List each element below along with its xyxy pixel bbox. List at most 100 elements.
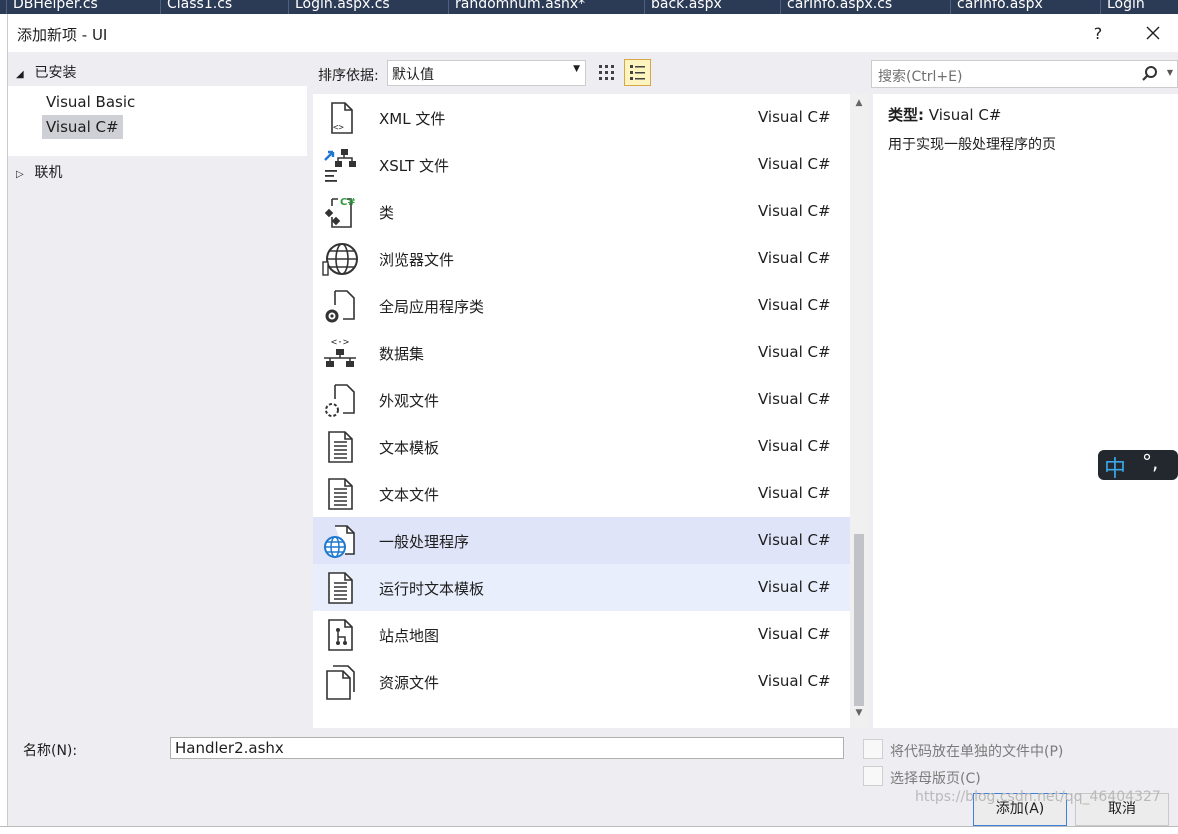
- template-row[interactable]: <·> 数据集 Visual C#: [313, 329, 850, 376]
- grid-view-button[interactable]: [596, 62, 618, 84]
- ime-punctuation-indicator[interactable]: °,: [1142, 450, 1158, 474]
- svg-text:<·>: <·>: [331, 337, 349, 348]
- tree-node-label: 联机: [34, 165, 63, 181]
- ide-tab[interactable]: Login: [1100, 0, 1145, 14]
- template-row[interactable]: 浏览器文件 Visual C#: [313, 235, 850, 282]
- scroll-up-icon[interactable]: ▲: [853, 98, 865, 110]
- list-scrollbar[interactable]: ▲ ▼: [850, 94, 868, 728]
- template-row-selected[interactable]: 一般处理程序 Visual C#: [313, 517, 850, 564]
- ide-tab[interactable]: randomnum.ashx*: [448, 0, 585, 14]
- tree-node-label: 已安装: [34, 65, 77, 81]
- tree-node-online[interactable]: ▷ 联机: [16, 162, 62, 182]
- template-name: XSLT 文件: [379, 157, 450, 175]
- runtime-text-template-icon: [328, 572, 353, 604]
- ide-tab-strip: DBHelper.cs Class1.cs Login.aspx.cs rand…: [0, 0, 1178, 14]
- template-row[interactable]: 外观文件 Visual C#: [313, 376, 850, 423]
- xslt-file-icon: [324, 149, 356, 182]
- template-name: 浏览器文件: [379, 251, 455, 269]
- template-name: 外观文件: [379, 392, 440, 410]
- help-button[interactable]: ?: [1086, 22, 1110, 46]
- template-row[interactable]: C# 类 Visual C#: [313, 188, 850, 235]
- close-icon: [1146, 26, 1160, 40]
- sort-label: 排序依据:: [318, 68, 379, 84]
- close-button[interactable]: [1138, 20, 1168, 46]
- ide-tab[interactable]: Class1.cs: [160, 0, 232, 14]
- watermark-text: https://blog.csdn.net/qq_46404327: [915, 789, 1161, 805]
- master-page-checkbox[interactable]: [863, 766, 883, 786]
- template-language: Visual C#: [758, 155, 831, 173]
- ide-tab[interactable]: Login.aspx.cs: [288, 0, 390, 14]
- scroll-down-icon[interactable]: ▼: [853, 708, 865, 720]
- text-template-icon: [328, 431, 353, 463]
- dialog-title: 添加新项 - UI: [17, 26, 108, 44]
- template-language: Visual C#: [758, 390, 831, 408]
- template-row[interactable]: 全局应用程序类 Visual C#: [313, 282, 850, 329]
- name-label: 名称(N):: [23, 743, 78, 759]
- ide-tab[interactable]: back.aspx: [644, 0, 722, 14]
- tree-item-visual-basic[interactable]: Visual Basic: [42, 90, 139, 114]
- dataset-icon: <·>: [324, 337, 356, 367]
- ide-editor-edge: [0, 14, 8, 834]
- ide-tab[interactable]: DBHelper.cs: [6, 0, 98, 14]
- browser-file-icon: [322, 243, 358, 276]
- ime-status-bar[interactable]: 中 °,: [1098, 450, 1178, 483]
- template-name: 全局应用程序类: [379, 298, 485, 316]
- xml-file-icon: <>: [331, 102, 353, 134]
- template-category-tree: ◢ 已安装 Visual Basic Visual C# ▷ 联机: [8, 52, 307, 728]
- tree-node-installed[interactable]: ◢ 已安装: [16, 62, 76, 82]
- template-row[interactable]: 文本模板 Visual C#: [313, 423, 850, 470]
- tree-item-visual-csharp[interactable]: Visual C#: [42, 115, 123, 139]
- ime-mode-indicator[interactable]: 中: [1104, 451, 1126, 483]
- search-options-chevron-icon[interactable]: ▼: [1167, 68, 1173, 77]
- sort-value: 默认值: [392, 67, 434, 83]
- csharp-class-icon: C#: [324, 197, 356, 228]
- search-input[interactable]: 搜索(Ctrl+E) ▼: [871, 60, 1178, 88]
- resource-file-icon: [326, 665, 355, 700]
- type-label: 类型:: [888, 106, 924, 124]
- template-language: Visual C#: [758, 249, 831, 267]
- template-list: <> XML 文件 Visual C# XSLT 文件 Visual C# C#: [313, 94, 868, 728]
- template-row[interactable]: 站点地图 Visual C#: [313, 611, 850, 658]
- text-file-icon: [328, 478, 353, 510]
- ide-tab[interactable]: carInfo.aspx: [950, 0, 1043, 14]
- template-language: Visual C#: [758, 672, 831, 690]
- template-language: Visual C#: [758, 484, 831, 502]
- template-name: 数据集: [379, 345, 425, 363]
- name-field[interactable]: Handler2.ashx: [170, 737, 844, 759]
- list-view-button[interactable]: [624, 59, 651, 86]
- template-name: 文本模板: [379, 439, 440, 457]
- search-icon: [1142, 66, 1157, 81]
- template-description: 用于实现一般处理程序的页: [888, 137, 1056, 153]
- svg-text:C#: C#: [340, 197, 356, 208]
- template-row[interactable]: <> XML 文件 Visual C#: [313, 94, 850, 141]
- template-name: XML 文件: [379, 110, 446, 128]
- type-value: Visual C#: [928, 106, 1002, 124]
- template-name: 一般处理程序: [379, 533, 470, 551]
- template-name: 运行时文本模板: [379, 580, 485, 598]
- ide-tab[interactable]: carInfo.aspx.cs: [780, 0, 892, 14]
- master-page-label: 选择母版页(C): [890, 771, 981, 787]
- template-row[interactable]: 资源文件 Visual C#: [313, 658, 850, 705]
- template-language: Visual C#: [758, 578, 831, 596]
- generic-handler-icon: [324, 525, 355, 558]
- template-name: 资源文件: [379, 674, 440, 692]
- template-name: 文本文件: [379, 486, 440, 504]
- template-language: Visual C#: [758, 625, 831, 643]
- template-row[interactable]: XSLT 文件 Visual C#: [313, 141, 850, 188]
- template-name: 站点地图: [379, 627, 440, 645]
- list-view-icon: [630, 65, 645, 80]
- expanded-arrow-icon: ◢: [16, 69, 24, 80]
- sort-dropdown[interactable]: 默认值 ▼: [387, 60, 586, 86]
- collapsed-arrow-icon: ▷: [16, 169, 24, 180]
- separate-file-checkbox[interactable]: [863, 739, 883, 759]
- template-type: 类型: Visual C#: [888, 104, 1001, 125]
- template-row[interactable]: 运行时文本模板 Visual C#: [313, 564, 850, 611]
- template-description-panel: 类型: Visual C# 用于实现一般处理程序的页: [873, 94, 1178, 728]
- svg-text:<>: <>: [333, 123, 344, 133]
- template-row[interactable]: 文本文件 Visual C#: [313, 470, 850, 517]
- installed-children: Visual Basic Visual C#: [8, 86, 307, 156]
- dialog-titlebar: 添加新项 - UI ?: [8, 14, 1178, 52]
- scrollbar-thumb[interactable]: [854, 534, 864, 706]
- template-language: Visual C#: [758, 343, 831, 361]
- template-language: Visual C#: [758, 437, 831, 455]
